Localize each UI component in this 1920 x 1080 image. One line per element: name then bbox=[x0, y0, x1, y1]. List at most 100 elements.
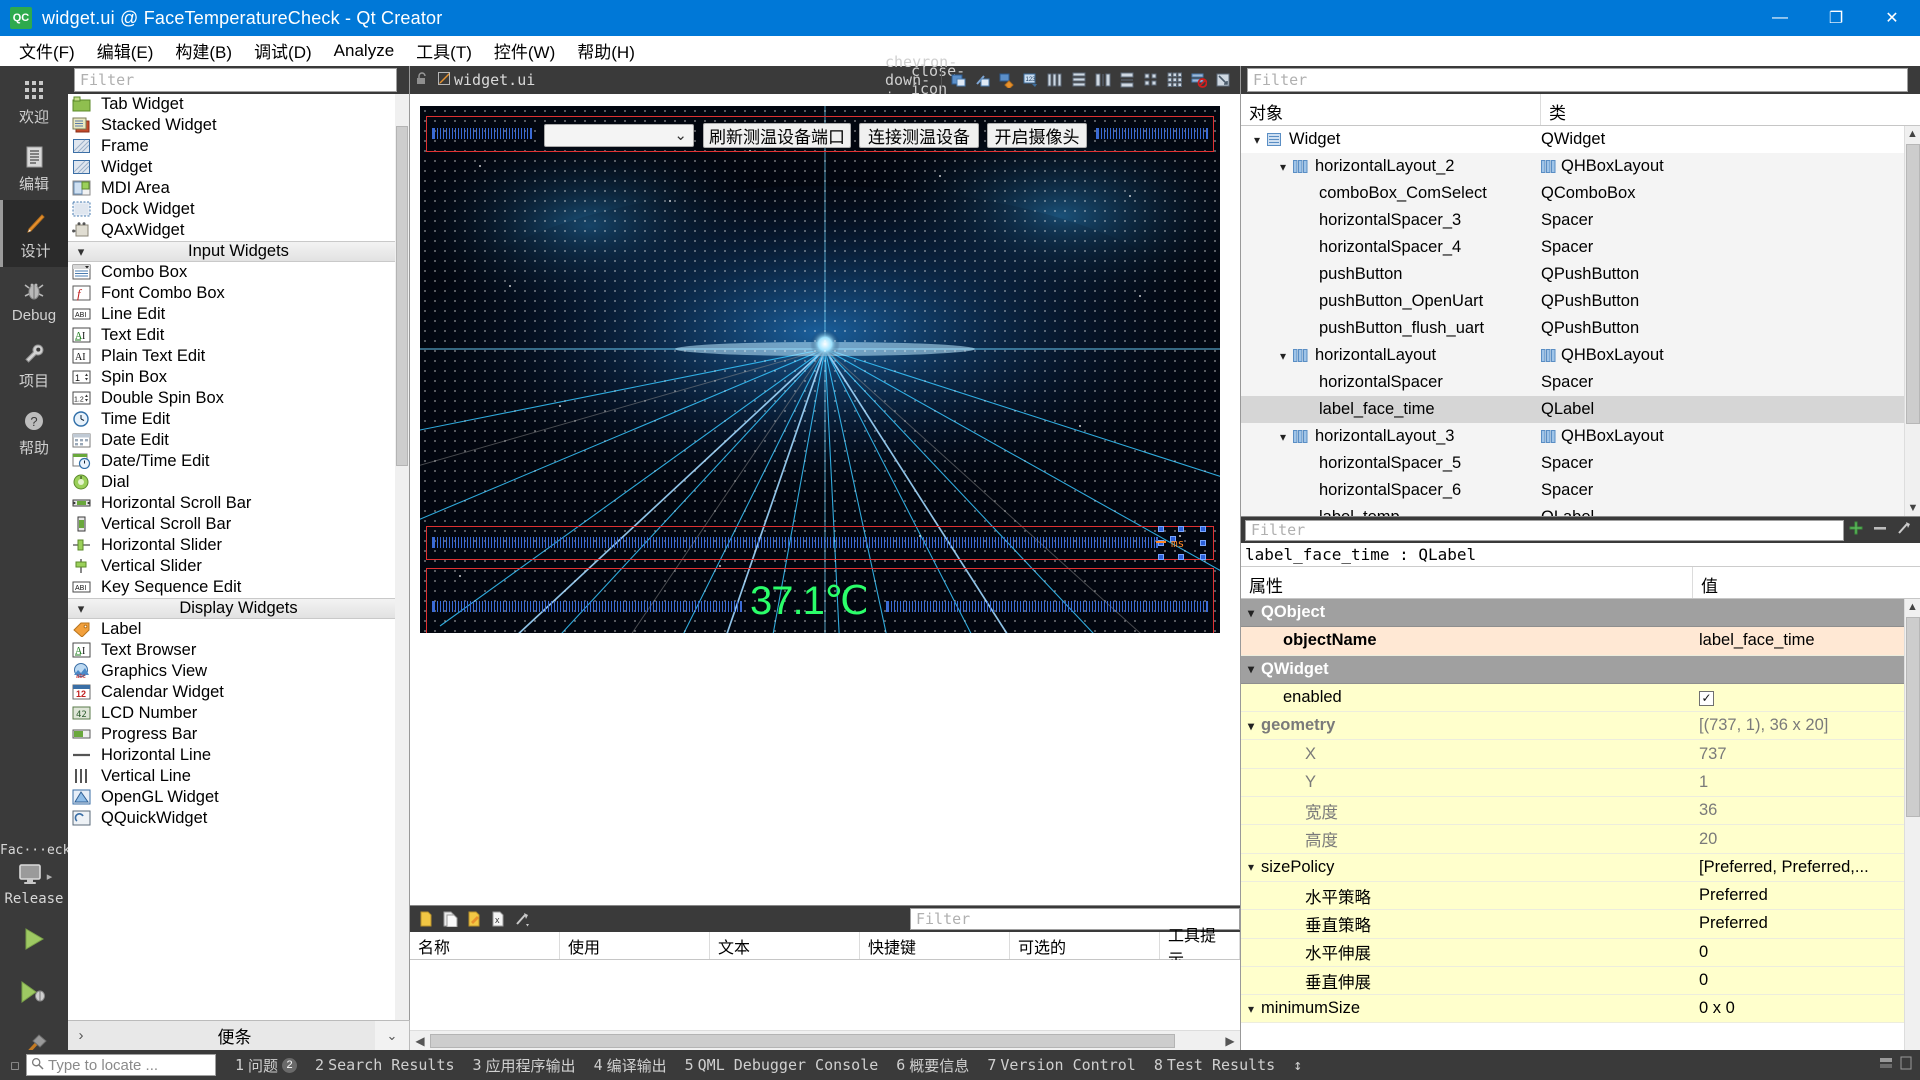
object-tree-row[interactable]: ▾horizontalLayout_2QHBoxLayout bbox=[1241, 153, 1920, 180]
widget-item-calendar-widget[interactable]: 12Calendar Widget bbox=[68, 682, 409, 703]
widget-item-date-edit[interactable]: Date Edit bbox=[68, 430, 409, 451]
layout-splitter-v-icon[interactable] bbox=[1116, 69, 1138, 91]
object-tree-row[interactable]: horizontalSpacer_6Spacer bbox=[1241, 477, 1920, 504]
layout-splitter-h-icon[interactable] bbox=[1092, 69, 1114, 91]
chevron-down-icon[interactable]: ▾ bbox=[1241, 719, 1261, 733]
object-tree-row[interactable]: horizontalSpacer_3Spacer bbox=[1241, 207, 1920, 234]
widget-item-opengl-widget[interactable]: OpenGL Widget bbox=[68, 787, 409, 808]
close-button[interactable]: ✕ bbox=[1864, 0, 1920, 36]
property-filter-input[interactable]: Filter bbox=[1245, 520, 1844, 541]
widget-item-time-edit[interactable]: Time Edit bbox=[68, 409, 409, 430]
edit-widgets-icon[interactable] bbox=[948, 69, 970, 91]
property-row[interactable]: ▾sizePolicy[Preferred, Preferred,... bbox=[1241, 854, 1920, 882]
layout-form-icon[interactable] bbox=[1140, 69, 1162, 91]
object-tree-row[interactable]: pushButton_flush_uartQPushButton bbox=[1241, 315, 1920, 342]
widget-item-tab-widget[interactable]: Tab Widget bbox=[68, 94, 409, 115]
object-tree-row[interactable]: ▾WidgetQWidget bbox=[1241, 126, 1920, 153]
status-item-version-control[interactable]: 7 Version Control bbox=[978, 1056, 1145, 1074]
object-inspector-filter-input[interactable]: Filter bbox=[1247, 68, 1908, 92]
widget-item-lcd-number[interactable]: 42LCD Number bbox=[68, 703, 409, 724]
widget-item-progress-bar[interactable]: Progress Bar bbox=[68, 724, 409, 745]
push-button-open-uart[interactable]: 连接测温设备 bbox=[859, 123, 979, 148]
status-item-qml-debugger[interactable]: 5 QML Debugger Console bbox=[676, 1056, 888, 1074]
object-tree-row[interactable]: horizontalSpacerSpacer bbox=[1241, 369, 1920, 396]
mode-debug[interactable]: Debug bbox=[0, 267, 68, 330]
widget-item-double-spin-box[interactable]: 1.2Double Spin Box bbox=[68, 388, 409, 409]
object-tree-row[interactable]: label_face_timeQLabel bbox=[1241, 396, 1920, 423]
widget-item-date-time-edit[interactable]: Date/Time Edit bbox=[68, 451, 409, 472]
widget-item-vertical-slider[interactable]: Vertical Slider bbox=[68, 556, 409, 577]
property-value[interactable]: [(737, 1), 36 x 20] bbox=[1693, 716, 1920, 735]
property-value[interactable]: ✓ bbox=[1693, 688, 1920, 707]
class-column-header[interactable]: 类 bbox=[1541, 94, 1574, 125]
run-button[interactable] bbox=[0, 915, 68, 968]
maximize-button[interactable]: ❐ bbox=[1808, 0, 1864, 36]
object-tree-row[interactable]: label_tempQLabel bbox=[1241, 504, 1920, 516]
action-editor-hscrollbar[interactable]: ◀ ▶ bbox=[410, 1030, 1240, 1050]
combo-box-com-select[interactable]: ⌄ bbox=[544, 124, 694, 147]
widget-item-vertical-scroll-bar[interactable]: Vertical Scroll Bar bbox=[68, 514, 409, 535]
widget-item-widget[interactable]: Widget bbox=[68, 157, 409, 178]
widget-item-label[interactable]: Label bbox=[68, 619, 409, 640]
minimize-button[interactable]: — bbox=[1752, 0, 1808, 36]
property-value[interactable]: label_face_time bbox=[1693, 631, 1920, 650]
lock-open-icon[interactable] bbox=[410, 71, 434, 90]
property-row[interactable]: 高度20 bbox=[1241, 825, 1920, 853]
widget-category-input-widgets[interactable]: ▾Input Widgets bbox=[68, 241, 409, 262]
scroll-right-icon[interactable]: ▶ bbox=[1220, 1034, 1240, 1048]
property-column-header[interactable]: 属性 bbox=[1241, 567, 1693, 598]
status-item-issues[interactable]: 1 问题 2 bbox=[226, 1055, 306, 1076]
kit-selector[interactable]: Fac···eck ▸ Release bbox=[0, 841, 68, 1080]
widget-box-list[interactable]: Tab WidgetStacked WidgetFrameWidgetMDI A… bbox=[68, 94, 409, 1080]
break-layout-icon[interactable] bbox=[1188, 69, 1210, 91]
minus-icon[interactable] bbox=[1868, 520, 1892, 541]
form-canvas-area[interactable]: ⌄ 刷新测温设备端口 连接测温设备 开启摄像头 bbox=[410, 94, 1240, 905]
property-row[interactable]: ▾QObject bbox=[1241, 599, 1920, 627]
property-row[interactable]: 宽度36 bbox=[1241, 797, 1920, 825]
action-col-name[interactable]: 名称 bbox=[410, 932, 560, 959]
property-row[interactable]: 水平策略Preferred bbox=[1241, 882, 1920, 910]
chevron-down-icon[interactable]: ▾ bbox=[1241, 1002, 1261, 1016]
edit-signals-slots-icon[interactable] bbox=[972, 69, 994, 91]
layout-horizontal-icon[interactable] bbox=[1044, 69, 1066, 91]
property-value[interactable]: 36 bbox=[1693, 801, 1920, 820]
object-tree-row[interactable]: pushButton_OpenUartQPushButton bbox=[1241, 288, 1920, 315]
property-value[interactable]: [Preferred, Preferred,... bbox=[1693, 858, 1920, 877]
property-value[interactable]: Preferred bbox=[1693, 914, 1920, 933]
edit-buddies-icon[interactable] bbox=[996, 69, 1018, 91]
horizontal-spacer-6[interactable] bbox=[886, 601, 1208, 612]
widget-item-qaxwidget[interactable]: QAxWidget bbox=[68, 220, 409, 241]
scroll-left-icon[interactable]: ◀ bbox=[410, 1034, 430, 1048]
layout-grid-icon[interactable] bbox=[1164, 69, 1186, 91]
property-value[interactable]: 737 bbox=[1693, 745, 1920, 764]
object-tree-row[interactable]: comboBox_ComSelectQComboBox bbox=[1241, 180, 1920, 207]
property-value[interactable]: 20 bbox=[1693, 830, 1920, 849]
plus-icon[interactable] bbox=[1844, 520, 1868, 541]
sidebar-toggle-icon[interactable]: ◻ bbox=[4, 1056, 26, 1074]
status-updown-icon[interactable]: ↕ bbox=[1284, 1056, 1311, 1074]
mode-welcome[interactable]: 欢迎 bbox=[0, 66, 68, 133]
prop-scroll-up-icon[interactable]: ▲ bbox=[1905, 599, 1920, 615]
output-pane-toggle-icon[interactable] bbox=[1878, 1055, 1894, 1075]
widget-item-dial[interactable]: Dial bbox=[68, 472, 409, 493]
debug-button[interactable] bbox=[0, 968, 68, 1021]
widget-item-plain-text-edit[interactable]: AIPlain Text Edit bbox=[68, 346, 409, 367]
menu-item-file[interactable]: 文件(F) bbox=[8, 35, 86, 66]
widget-item-qquickwidget[interactable]: QQuickWidget bbox=[68, 808, 409, 829]
object-tree-row[interactable]: ▾horizontalLayout_3QHBoxLayout bbox=[1241, 423, 1920, 450]
action-col-tooltip[interactable]: 工具提示 bbox=[1160, 932, 1240, 959]
widget-item-combo-box[interactable]: Combo Box bbox=[68, 262, 409, 283]
push-button-open-camera[interactable]: 开启摄像头 bbox=[987, 123, 1087, 148]
checkbox-checked-icon[interactable]: ✓ bbox=[1699, 691, 1714, 706]
status-item-app-output[interactable]: 3 应用程序输出 bbox=[464, 1055, 585, 1076]
mode-help[interactable]: ? 帮助 bbox=[0, 397, 68, 464]
scroll-up-icon[interactable]: ▲ bbox=[1905, 126, 1920, 142]
widget-item-dock-widget[interactable]: Dock Widget bbox=[68, 199, 409, 220]
widget-box-scrollbar[interactable] bbox=[395, 94, 409, 1080]
chevron-down-icon[interactable]: ▾ bbox=[1241, 606, 1261, 620]
widget-item-text-edit[interactable]: AIText Edit bbox=[68, 325, 409, 346]
output-pane-maximize-icon[interactable] bbox=[1900, 1055, 1912, 1075]
locator-input[interactable]: Type to locate ... bbox=[26, 1054, 216, 1076]
menu-item-debug[interactable]: 调试(D) bbox=[243, 35, 323, 66]
object-inspector-tree[interactable]: ▾WidgetQWidget▾horizontalLayout_2QHBoxLa… bbox=[1241, 126, 1920, 516]
